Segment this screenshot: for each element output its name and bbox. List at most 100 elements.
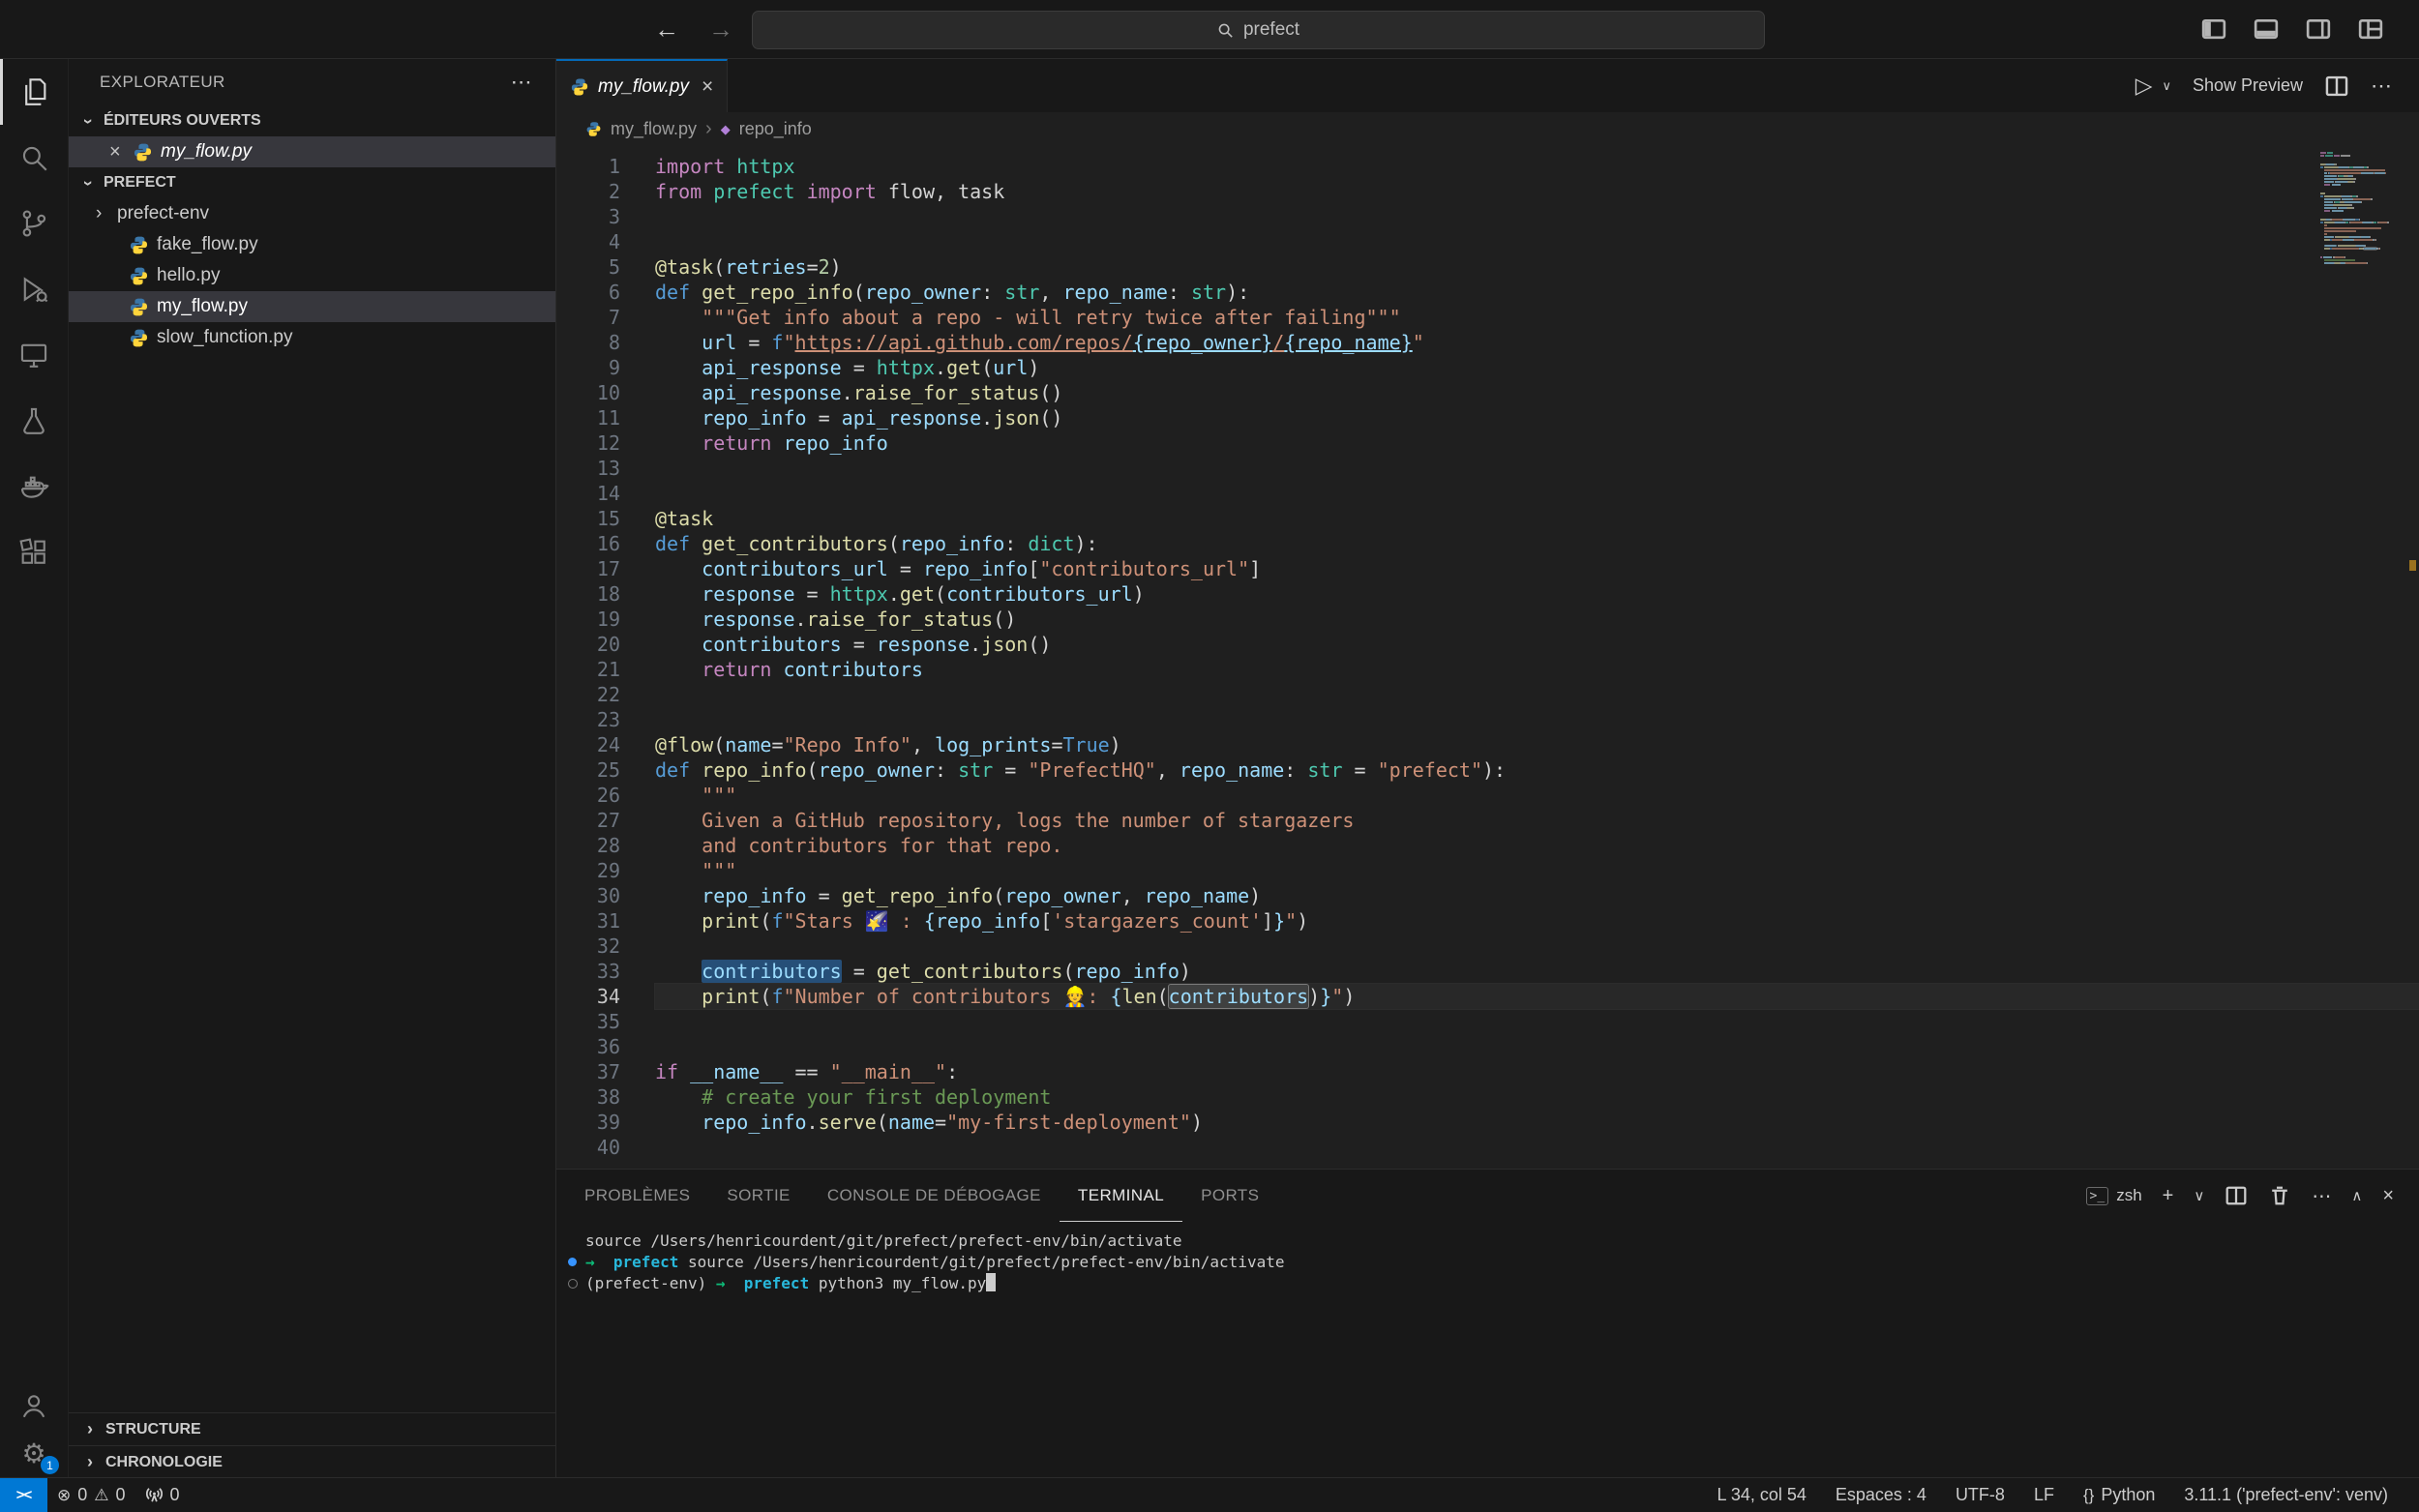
shell-label: zsh [2116,1186,2141,1205]
code-line [655,707,2419,732]
command-decoration-empty[interactable] [568,1279,578,1289]
editor-tab-my-flow[interactable]: my_flow.py × [556,59,728,112]
panel-tab-console-de-débogage[interactable]: CONSOLE DE DÉBOGAGE [809,1170,1060,1222]
code-line: # create your first deployment [655,1084,2419,1110]
overview-ruler[interactable] [2405,146,2419,1169]
code-line: response.raise_for_status() [655,607,2419,632]
new-terminal-button[interactable]: + [2163,1185,2174,1207]
breadcrumb-symbol[interactable]: repo_info [739,119,812,139]
bottom-panel: PROBLÈMESSORTIECONSOLE DE DÉBOGAGETERMIN… [556,1169,2419,1478]
activity-docker[interactable] [0,454,68,519]
chevron-expanded-icon: › [78,175,99,191]
account-button[interactable] [0,1381,68,1430]
activity-source-control[interactable] [0,191,68,256]
panel-tab-terminal[interactable]: TERMINAL [1060,1170,1182,1222]
panel-tab-ports[interactable]: PORTS [1182,1170,1277,1222]
line-number: 6 [556,280,620,305]
warning-icon: ⚠ [94,1486,108,1505]
line-number: 3 [556,204,620,229]
show-preview-button[interactable]: Show Preview [2193,75,2303,96]
remote-indicator[interactable]: >< [0,1478,47,1512]
maximize-panel-icon[interactable]: ∧ [2351,1187,2362,1204]
line-number: 28 [556,833,620,858]
open-editor-my_flow.py[interactable]: ×my_flow.py [69,136,555,167]
eol[interactable]: LF [2024,1478,2064,1512]
ports-status[interactable]: 0 [135,1478,190,1512]
code-line: @task [655,506,2419,531]
code-line: from prefect import flow, task [655,179,2419,204]
history-forward-button[interactable]: → [708,15,733,44]
breadcrumb-file[interactable]: my_flow.py [611,119,697,139]
command-decoration-filled[interactable] [568,1258,577,1266]
search-icon [17,141,50,174]
activity-remote-explorer[interactable] [0,322,68,388]
terminal-output[interactable]: source /Users/henricourdent/git/prefect/… [556,1222,2419,1478]
file-item-hello.py[interactable]: hello.py [69,260,555,291]
panel-more-actions-icon[interactable]: ⋯ [2312,1184,2331,1208]
run-dropdown-icon[interactable]: ∨ [2162,78,2171,94]
timeline-section-header[interactable]: › CHRONOLOGIE [69,1445,555,1478]
line-number: 36 [556,1034,620,1059]
panel-tab-sortie[interactable]: SORTIE [708,1170,808,1222]
toggle-primary-sidebar-icon[interactable] [2200,15,2227,43]
run-python-file-button[interactable]: ▷ [2135,73,2153,99]
project-label: PREFECT [104,174,176,192]
indentation[interactable]: Espaces : 4 [1826,1478,1936,1512]
line-number: 30 [556,883,620,908]
customize-layout-icon[interactable] [2357,15,2384,43]
panel-tabs: PROBLÈMESSORTIECONSOLE DE DÉBOGAGETERMIN… [566,1170,1277,1222]
close-editor-icon[interactable]: × [109,141,133,163]
file-item-my_flow.py[interactable]: my_flow.py [69,291,555,322]
title-bar: ← → prefect [0,0,2419,59]
line-number: 40 [556,1135,620,1160]
activity-extensions[interactable] [0,519,68,585]
split-terminal-icon[interactable] [2225,1184,2248,1207]
open-editors-header[interactable]: › ÉDITEURS OUVERTS [69,105,555,136]
outline-section-header[interactable]: › STRUCTURE [69,1412,555,1445]
explorer-more-actions-icon[interactable]: ⋯ [511,70,532,95]
activity-testing[interactable] [0,388,68,454]
code-line: api_response.raise_for_status() [655,380,2419,405]
file-item-prefect-env[interactable]: ›prefect-env [69,198,555,229]
minimap[interactable] [2320,146,2405,268]
code-line [655,934,2419,959]
close-panel-icon[interactable]: × [2382,1185,2394,1207]
timeline-label: CHRONOLOGIE [105,1454,223,1471]
editor-more-actions-icon[interactable]: ⋯ [2371,74,2392,99]
cursor-position[interactable]: L 34, col 54 [1707,1478,1815,1512]
git-branch-icon [17,207,50,240]
line-number: 4 [556,229,620,254]
kill-terminal-icon[interactable] [2268,1184,2291,1207]
activity-explorer[interactable] [0,59,68,125]
python-interpreter[interactable]: 3.11.1 ('prefect-env': venv) [2174,1478,2398,1512]
split-editor-icon[interactable] [2324,74,2349,99]
code-editor[interactable]: 1234567891011121314151617181920212223242… [556,146,2419,1169]
file-name: hello.py [157,265,221,286]
toggle-secondary-sidebar-icon[interactable] [2305,15,2332,43]
braces-icon: {} [2083,1486,2094,1505]
code-line: """ [655,783,2419,808]
line-number: 12 [556,430,620,456]
panel-tab-problèmes[interactable]: PROBLÈMES [566,1170,708,1222]
sidebar-title-row: EXPLORATEUR ⋯ [69,59,555,105]
toggle-panel-icon[interactable] [2253,15,2280,43]
account-icon [17,1389,50,1422]
tab-close-icon[interactable]: × [702,75,713,99]
line-number: 19 [556,607,620,632]
launch-profile-dropdown-icon[interactable]: ∨ [2194,1187,2204,1204]
encoding[interactable]: UTF-8 [1946,1478,2015,1512]
code-line: print(f"Number of contributors 👷: {len(c… [655,984,2419,1009]
file-item-fake_flow.py[interactable]: fake_flow.py [69,229,555,260]
activity-search[interactable] [0,125,68,191]
activity-run-debug[interactable] [0,256,68,322]
language-mode[interactable]: {}Python [2074,1478,2165,1512]
chevron-collapsed-icon: › [82,1452,98,1472]
settings-button[interactable]: ⚙ 1 [0,1430,68,1478]
line-number: 31 [556,908,620,934]
problems-status[interactable]: ⊗ 0 ⚠ 0 [47,1478,135,1512]
file-item-slow_function.py[interactable]: slow_function.py [69,322,555,353]
history-back-button[interactable]: ← [654,15,679,44]
project-section-header[interactable]: › PREFECT [69,167,555,198]
command-center-search[interactable]: prefect [752,11,1765,49]
terminal-tab-zsh[interactable]: >_ zsh [2086,1186,2142,1205]
